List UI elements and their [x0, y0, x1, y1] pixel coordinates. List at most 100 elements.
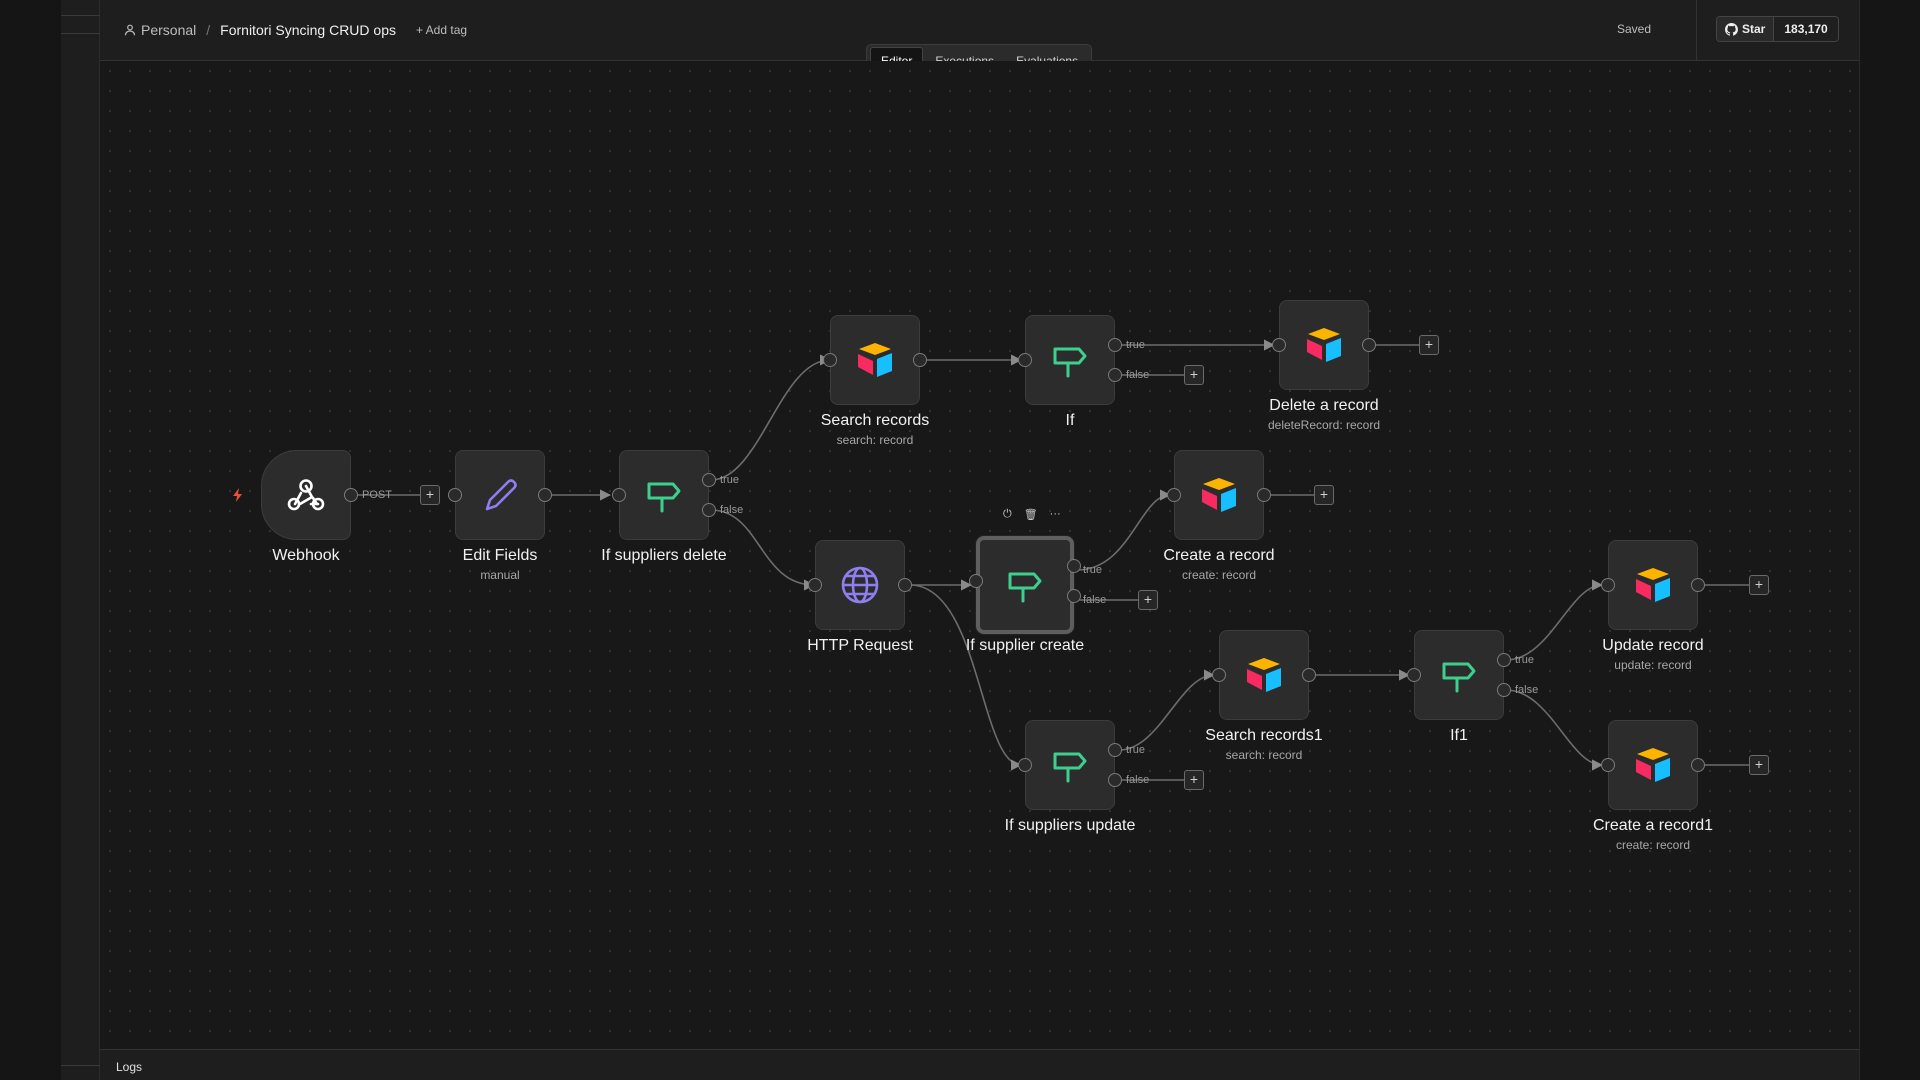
edge-label-true: true — [1083, 564, 1102, 576]
node-delete-record[interactable] — [1272, 300, 1376, 390]
power-icon[interactable]: ⏻ — [1003, 508, 1012, 521]
output-handle[interactable] — [538, 488, 552, 502]
input-handle[interactable] — [1601, 578, 1615, 592]
node-create-record[interactable] — [1167, 450, 1271, 540]
webhook-icon — [287, 479, 325, 511]
sidebar-divider — [61, 33, 100, 34]
input-handle[interactable] — [969, 574, 983, 588]
node-subtitle: create: record — [1615, 838, 1691, 852]
input-handle[interactable] — [1167, 488, 1181, 502]
node-http-request[interactable] — [808, 540, 912, 630]
output-handle-true[interactable] — [1108, 743, 1122, 757]
add-node-button[interactable]: + — [1749, 575, 1769, 595]
signpost-icon — [1008, 572, 1042, 603]
node-label: Webhook — [272, 547, 340, 564]
more-options-icon[interactable]: ··· — [1050, 508, 1061, 521]
airtable-icon — [1636, 748, 1670, 782]
node-label: If1 — [1450, 727, 1468, 744]
output-handle[interactable] — [1691, 758, 1705, 772]
edge-label-true: true — [1126, 339, 1145, 351]
left-margin — [0, 0, 61, 1080]
sidebar — [61, 0, 100, 1080]
output-handle-false[interactable] — [702, 503, 716, 517]
add-node-button[interactable]: + — [1138, 590, 1158, 610]
header-divider — [1696, 0, 1697, 60]
input-handle[interactable] — [1272, 338, 1286, 352]
github-icon — [1725, 22, 1738, 36]
node-label: If — [1065, 412, 1075, 429]
output-handle-true[interactable] — [1108, 338, 1122, 352]
output-handle-false[interactable] — [1067, 589, 1081, 603]
node-toolbar: ⏻ 🗑 ··· — [1003, 508, 1061, 521]
add-node-button[interactable]: + — [1314, 485, 1334, 505]
input-handle[interactable] — [808, 578, 822, 592]
output-handle[interactable] — [1302, 668, 1316, 682]
edge-label-false: false — [1083, 594, 1107, 606]
edge-label-post: POST — [362, 489, 392, 501]
output-handle[interactable] — [898, 578, 912, 592]
input-handle[interactable] — [448, 488, 462, 502]
node-if-suppliers-update[interactable] — [1018, 720, 1122, 810]
input-handle[interactable] — [1407, 668, 1421, 682]
input-handle[interactable] — [1601, 758, 1615, 772]
node-if-suppliers-delete[interactable] — [612, 450, 716, 540]
output-handle[interactable] — [1257, 488, 1271, 502]
output-handle-false[interactable] — [1108, 368, 1122, 382]
add-node-button[interactable]: + — [420, 485, 440, 505]
project-link[interactable]: Personal — [141, 22, 196, 38]
sidebar-divider — [61, 15, 100, 16]
output-handle-false[interactable] — [1108, 773, 1122, 787]
workflow-name[interactable]: Fornitori Syncing CRUD ops — [220, 22, 396, 38]
output-handle[interactable] — [1691, 578, 1705, 592]
edge-label-false: false — [1515, 684, 1539, 696]
input-handle[interactable] — [612, 488, 626, 502]
node-create-record1[interactable] — [1601, 720, 1705, 810]
node-if[interactable] — [1018, 315, 1122, 405]
input-handle[interactable] — [1018, 758, 1032, 772]
github-star-label: Star — [1742, 22, 1766, 36]
github-star-widget[interactable]: Star 183,170 — [1716, 16, 1839, 42]
input-handle[interactable] — [1212, 668, 1226, 682]
output-handle-true[interactable] — [1067, 559, 1081, 573]
add-node-button[interactable]: + — [1184, 365, 1204, 385]
output-handle[interactable] — [344, 488, 358, 502]
output-handle-true[interactable] — [702, 473, 716, 487]
edge-label-false: false — [1126, 774, 1150, 786]
add-node-button[interactable]: + — [1749, 755, 1769, 775]
edge-label-true: true — [1126, 744, 1145, 756]
output-handle[interactable] — [913, 353, 927, 367]
workflow-canvas[interactable]: Webhook POST + Edit Fields manual If sup… — [100, 61, 1859, 1050]
airtable-icon — [1247, 658, 1281, 692]
add-node-button[interactable]: + — [1419, 335, 1439, 355]
edge-label-true: true — [720, 474, 739, 486]
right-margin — [1859, 0, 1920, 1080]
node-if1[interactable] — [1407, 630, 1511, 720]
node-label: If suppliers update — [1004, 817, 1136, 834]
node-subtitle: create: record — [1181, 568, 1257, 582]
airtable-icon — [858, 343, 892, 377]
input-handle[interactable] — [823, 353, 837, 367]
node-label: Update record — [1602, 637, 1704, 654]
node-update-record[interactable] — [1601, 540, 1705, 630]
github-star-count: 183,170 — [1774, 17, 1838, 41]
github-star-button[interactable]: Star — [1717, 17, 1775, 41]
output-handle-false[interactable] — [1497, 683, 1511, 697]
node-if-supplier-create[interactable] — [969, 536, 1081, 634]
node-search-records1[interactable] — [1212, 630, 1316, 720]
add-node-button[interactable]: + — [1184, 770, 1204, 790]
node-label: Search records1 — [1205, 727, 1323, 744]
output-handle-true[interactable] — [1497, 653, 1511, 667]
airtable-icon — [1307, 328, 1341, 362]
node-label: Delete a record — [1269, 397, 1379, 414]
node-webhook[interactable] — [261, 450, 358, 540]
node-label: If suppliers delete — [601, 547, 727, 564]
node-edit-fields[interactable] — [448, 450, 552, 540]
edge-label-true: true — [1515, 654, 1534, 666]
logs-panel-toggle[interactable]: Logs — [100, 1049, 1859, 1080]
node-search-records[interactable] — [823, 315, 927, 405]
add-tag-button[interactable]: + Add tag — [416, 23, 467, 37]
trash-icon[interactable]: 🗑 — [1024, 508, 1038, 521]
input-handle[interactable] — [1018, 353, 1032, 367]
signpost-icon — [1053, 347, 1087, 378]
output-handle[interactable] — [1362, 338, 1376, 352]
